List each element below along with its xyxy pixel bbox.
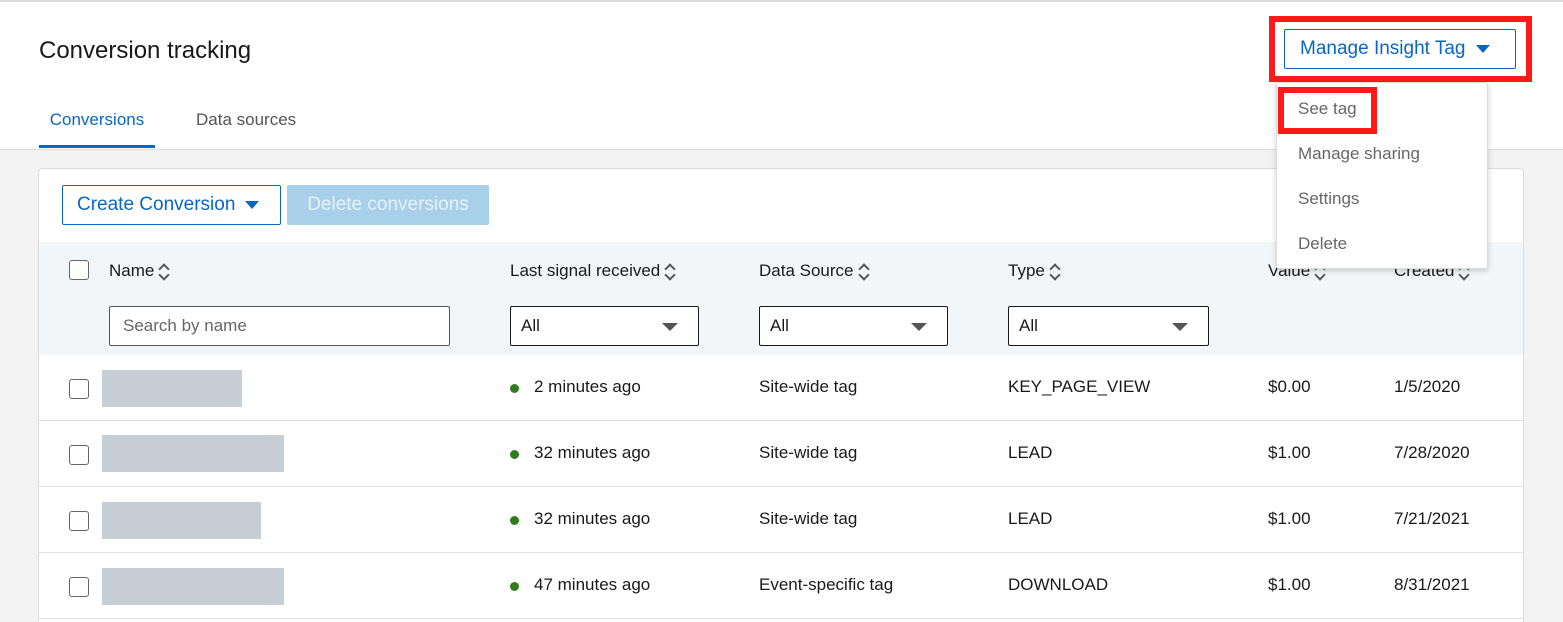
table-row[interactable]: 2 minutes ago Site-wide tag KEY_PAGE_VIE…: [39, 355, 1523, 421]
data-source-cell: Site-wide tag: [759, 443, 858, 462]
redacted-name: [102, 435, 284, 472]
type-filter-select[interactable]: All: [1008, 306, 1209, 346]
last-signal-cell: 32 minutes ago: [534, 443, 651, 462]
data-source-cell: Event-specific tag: [759, 575, 894, 594]
column-header-last-signal[interactable]: Last signal received: [510, 261, 676, 281]
sort-icon: [158, 262, 171, 281]
created-cell: 7/21/2021: [1394, 509, 1470, 528]
data-source-filter-select[interactable]: All: [759, 306, 948, 346]
redacted-name: [102, 370, 242, 407]
value-cell: $0.00: [1268, 377, 1311, 396]
page-title: Conversion tracking: [39, 37, 252, 64]
type-cell: DOWNLOAD: [1008, 575, 1109, 594]
row-checkbox[interactable]: [69, 379, 89, 399]
manage-insight-tag-label: Manage Insight Tag: [1300, 38, 1466, 59]
created-cell: 1/5/2020: [1394, 377, 1461, 396]
chevron-down-icon: [662, 323, 678, 331]
type-cell: LEAD: [1008, 509, 1053, 528]
delete-conversions-button: Delete conversions: [287, 185, 489, 225]
redacted-name: [102, 568, 284, 605]
status-dot-icon: [510, 516, 519, 525]
type-cell: LEAD: [1008, 443, 1053, 462]
create-conversion-label: Create Conversion: [77, 194, 236, 215]
column-header-type[interactable]: Type: [1008, 261, 1061, 281]
last-signal-cell: 2 minutes ago: [534, 377, 641, 396]
last-signal-filter-select[interactable]: All: [510, 306, 699, 346]
menu-item-delete[interactable]: Delete: [1298, 234, 1347, 254]
tab-data-sources[interactable]: Data sources: [196, 110, 296, 148]
sort-icon: [1049, 262, 1061, 281]
row-checkbox[interactable]: [69, 577, 89, 597]
tab-conversions[interactable]: Conversions: [39, 110, 155, 148]
value-cell: $1.00: [1268, 575, 1311, 594]
last-signal-cell: 32 minutes ago: [534, 509, 651, 528]
menu-item-settings[interactable]: Settings: [1298, 189, 1359, 209]
search-by-name-input[interactable]: [109, 306, 450, 346]
caret-down-icon: [245, 201, 260, 209]
created-cell: 8/31/2021: [1394, 575, 1470, 594]
caret-down-icon: [1475, 45, 1490, 53]
redacted-name: [102, 502, 261, 539]
table-row[interactable]: 47 minutes ago Event-specific tag DOWNLO…: [39, 553, 1523, 619]
column-header-name[interactable]: Name: [109, 261, 171, 281]
row-checkbox[interactable]: [69, 511, 89, 531]
column-header-data-source[interactable]: Data Source: [759, 261, 870, 281]
select-all-checkbox[interactable]: [69, 260, 89, 280]
create-conversion-button[interactable]: Create Conversion: [62, 185, 281, 225]
highlight-box-see-tag: [1278, 87, 1377, 134]
created-cell: 7/28/2020: [1394, 443, 1470, 462]
type-cell: KEY_PAGE_VIEW: [1008, 377, 1151, 396]
status-dot-icon: [510, 582, 519, 591]
value-cell: $1.00: [1268, 443, 1311, 462]
data-source-cell: Site-wide tag: [759, 509, 858, 528]
table-row[interactable]: 32 minutes ago Site-wide tag LEAD $1.00 …: [39, 487, 1523, 553]
last-signal-cell: 47 minutes ago: [534, 575, 651, 594]
sort-icon: [857, 262, 870, 281]
manage-insight-tag-button[interactable]: Manage Insight Tag: [1284, 29, 1516, 69]
table-row[interactable]: 32 minutes ago Site-wide tag LEAD $1.00 …: [39, 421, 1523, 487]
menu-item-manage-sharing[interactable]: Manage sharing: [1298, 144, 1420, 164]
status-dot-icon: [510, 384, 519, 393]
row-checkbox[interactable]: [69, 445, 89, 465]
chevron-down-icon: [1172, 323, 1188, 331]
sort-icon: [664, 262, 676, 281]
status-dot-icon: [510, 450, 519, 459]
data-source-cell: Site-wide tag: [759, 377, 858, 396]
chevron-down-icon: [911, 323, 927, 331]
value-cell: $1.00: [1268, 509, 1311, 528]
